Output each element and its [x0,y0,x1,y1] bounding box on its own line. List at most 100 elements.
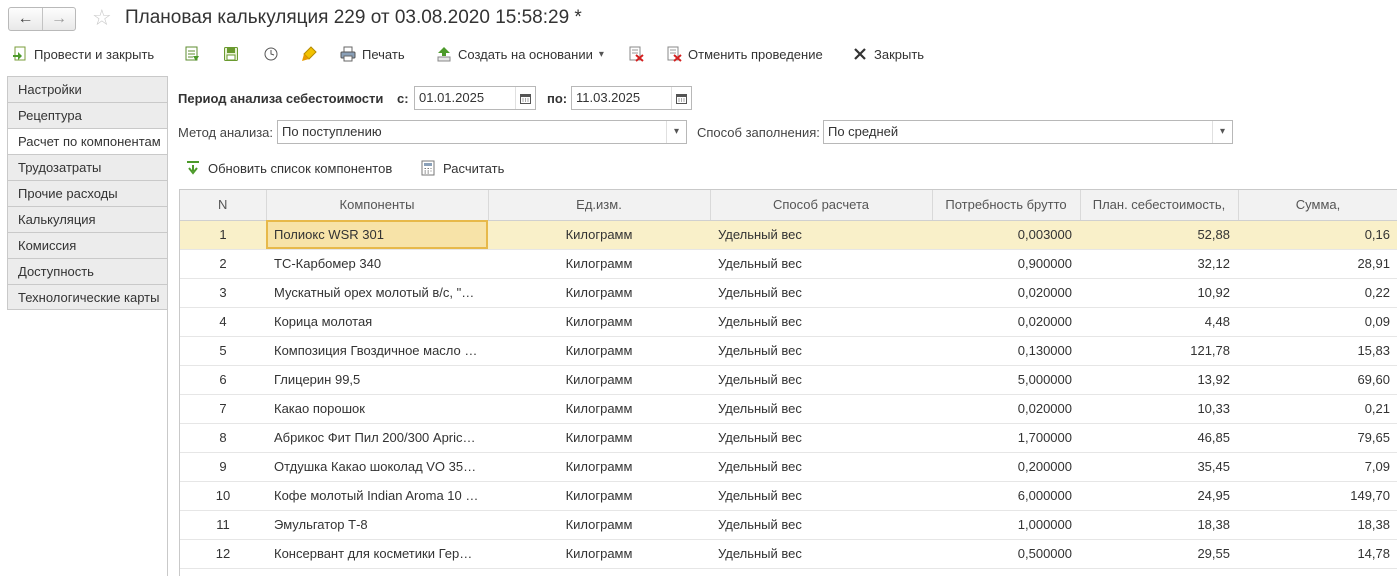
table-row[interactable]: 5 Композиция Гвоздичное масло … Килограм… [180,336,1397,366]
printer-icon [340,46,356,62]
window-title: Плановая калькуляция 229 от 03.08.2020 1… [125,7,582,28]
history-button[interactable] [263,43,279,65]
cell-component[interactable]: Эмульгатор Т-8 [266,510,488,540]
post-and-close-label: Провести и закрыть [34,46,155,62]
cell-component[interactable]: Мускатный орех молотый в/с, "… [266,278,488,308]
cell-gross-need: 0,003000 [932,220,1080,250]
cell-unit: Килограмм [488,307,710,337]
table-row[interactable]: 8 Абрикос Фит Пил 200/300 Apric… Килогра… [180,423,1397,453]
method-select[interactable]: По поступлению ▾ [277,120,687,144]
table-row[interactable]: 2 ТС-Карбомер 340 Килограмм Удельный вес… [180,249,1397,279]
cell-planned-cost: 32,12 [1080,249,1238,279]
calculate-button[interactable]: Расчитать [420,157,504,179]
table-row[interactable]: 9 Отдушка Какао шоколад VO 35… Килограмм… [180,452,1397,482]
col-header-gross-need[interactable]: Потребность брутто [932,190,1081,221]
cell-component[interactable]: Полиокс WSR 301 [266,220,488,250]
cell-component[interactable]: Абрикос Фит Пил 200/300 Apric… [266,423,488,453]
cell-amount: 69,60 [1238,365,1397,395]
table-row[interactable]: 1 Полиокс WSR 301 Килограмм Удельный вес… [180,220,1397,250]
print-button[interactable]: Печать [340,43,405,65]
sidebar-item-recipe[interactable]: Рецептура [7,102,168,128]
back-button[interactable]: ← [9,8,42,30]
table-row[interactable]: 11 Эмульгатор Т-8 Килограмм Удельный вес… [180,510,1397,540]
calendar-icon[interactable] [515,87,535,109]
post-arrow-icon [12,46,28,62]
cell-calc-method: Удельный вес [710,278,932,308]
col-header-unit[interactable]: Ед.изм. [488,190,711,221]
cell-unit: Килограмм [488,481,710,511]
refresh-components-button[interactable]: Обновить список компонентов [185,157,392,179]
cell-unit: Килограмм [488,394,710,424]
delete-mark-icon [628,46,644,62]
sidebar-item-other-expenses[interactable]: Прочие расходы [7,180,168,206]
col-header-calc-method[interactable]: Способ расчета [710,190,933,221]
chevron-down-icon[interactable]: ▾ [666,121,686,143]
table-row[interactable]: 10 Кофе молотый Indian Aroma 10 … Килогр… [180,481,1397,511]
cell-gross-need: 0,130000 [932,336,1080,366]
cell-component[interactable]: Какао порошок [266,394,488,424]
cell-amount: 0,09 [1238,307,1397,337]
col-header-components[interactable]: Компоненты [266,190,489,221]
cell-n: 4 [180,307,266,337]
close-button[interactable]: Закрыть [852,43,924,65]
table-row[interactable]: 7 Какао порошок Килограмм Удельный вес 0… [180,394,1397,424]
table-header-row: N Компоненты Ед.изм. Способ расчета Потр… [180,190,1397,221]
col-header-n[interactable]: N [180,190,267,221]
period-from-field[interactable]: 01.01.2025 [414,86,536,110]
refresh-down-icon [185,160,201,176]
fill-method-label: Способ заполнения: [697,125,820,140]
sidebar-item-tech-cards[interactable]: Технологические карты [7,284,168,310]
table-row[interactable]: 4 Корица молотая Килограмм Удельный вес … [180,307,1397,337]
title-bar: ← → ☆ Плановая калькуляция 229 от 03.08.… [0,0,1397,38]
favorite-star-icon[interactable]: ☆ [92,5,112,31]
cell-component[interactable]: Глицерин 99,5 [266,365,488,395]
cell-component[interactable]: Кофе молотый Indian Aroma 10 … [266,481,488,511]
sidebar-item-costing[interactable]: Калькуляция [7,206,168,232]
period-to-field[interactable]: 11.03.2025 [571,86,692,110]
calendar-icon[interactable] [671,87,691,109]
create-based-on-button[interactable]: Создать на основании ▾ [436,43,604,65]
cell-planned-cost: 29,55 [1080,539,1238,569]
cell-unit: Килограмм [488,539,710,569]
cell-component[interactable]: Композиция Гвоздичное масло … [266,336,488,366]
sidebar-item-settings[interactable]: Настройки [7,76,168,102]
col-header-amount[interactable]: Сумма, [1238,190,1397,221]
create-based-dropdown-icon: ▾ [598,48,604,60]
chevron-down-icon[interactable]: ▾ [1212,121,1232,143]
cell-component[interactable]: Отдушка Какао шоколад VO 35… [266,452,488,482]
cell-unit: Килограмм [488,423,710,453]
create-based-icon [436,46,452,62]
sidebar-item-component-calc[interactable]: Расчет по компонентам [7,128,168,154]
cancel-posting-button[interactable]: Отменить проведение [666,43,823,65]
command-toolbar: Провести и закрыть Печать Создать на осн… [0,40,1397,68]
cell-amount: 149,70 [1238,481,1397,511]
post-button[interactable] [184,43,200,65]
fill-method-select[interactable]: По средней ▾ [823,120,1233,144]
cell-unit: Килограмм [488,278,710,308]
period-label: Период анализа себестоимости [178,91,384,106]
cancel-posting-label: Отменить проведение [688,46,823,62]
cell-component[interactable]: ТС-Карбомер 340 [266,249,488,279]
cell-planned-cost: 4,48 [1080,307,1238,337]
cell-component[interactable]: Корица молотая [266,307,488,337]
cell-amount: 15,83 [1238,336,1397,366]
cell-planned-cost: 46,85 [1080,423,1238,453]
form-sections-nav: Настройки Рецептура Расчет по компонента… [7,76,168,310]
sidebar-item-labor[interactable]: Трудозатраты [7,154,168,180]
col-header-planned-cost[interactable]: План. себестоимость, [1080,190,1239,221]
cell-component[interactable]: Консервант для косметики Гер… [266,539,488,569]
table-row[interactable]: 3 Мускатный орех молотый в/с, "… Килогра… [180,278,1397,308]
sidebar-item-commission[interactable]: Комиссия [7,232,168,258]
post-and-close-button[interactable]: Провести и закрыть [12,43,154,65]
table-row[interactable]: 12 Консервант для косметики Гер… Килогра… [180,539,1397,569]
save-button[interactable] [223,43,239,65]
mark-deletion-button[interactable] [628,43,644,65]
cell-n: 5 [180,336,266,366]
forward-button[interactable]: → [42,8,75,30]
cell-calc-method: Удельный вес [710,423,932,453]
cell-amount: 0,21 [1238,394,1397,424]
table-row[interactable]: 6 Глицерин 99,5 Килограмм Удельный вес 5… [180,365,1397,395]
sidebar-item-availability[interactable]: Доступность [7,258,168,284]
highlight-button[interactable] [301,43,317,65]
cell-gross-need: 1,700000 [932,423,1080,453]
